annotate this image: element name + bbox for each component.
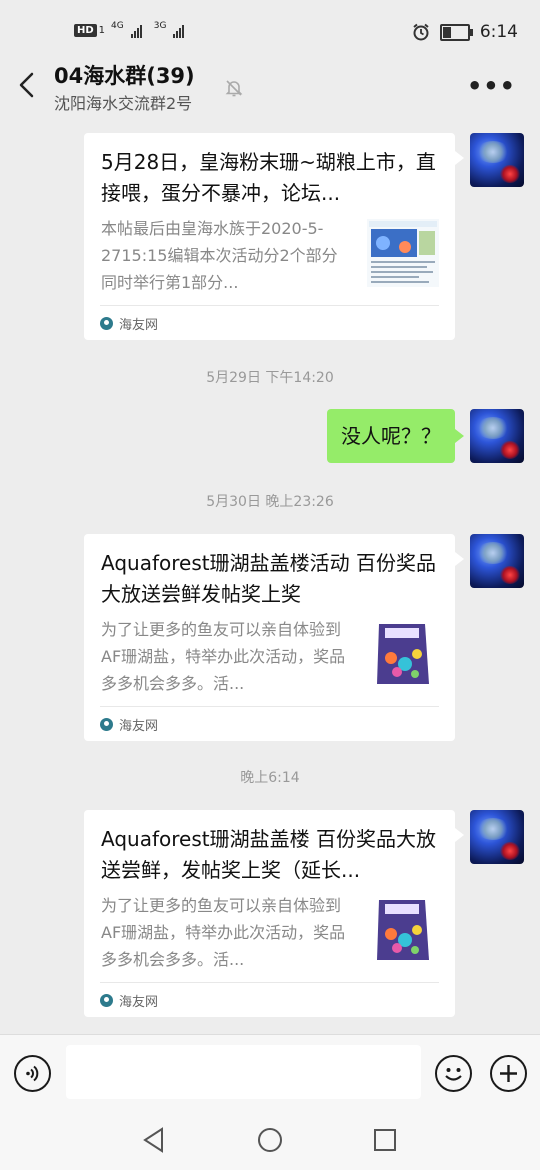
input-bar xyxy=(0,1034,540,1113)
plus-icon xyxy=(500,1065,517,1082)
source-name: 海友网 xyxy=(119,317,159,333)
timestamp: 晚上6:14 xyxy=(240,770,300,786)
network-label-2: 3G xyxy=(153,21,167,31)
chat-header: 04海水群(39) 沈阳海水交流群2号 ••• xyxy=(0,56,540,118)
avatar[interactable] xyxy=(470,409,524,463)
back-icon[interactable] xyxy=(16,70,38,100)
source-logo-icon xyxy=(100,993,113,1007)
sim-label: 1 xyxy=(98,24,106,36)
voice-input-button[interactable] xyxy=(14,1055,51,1092)
source-name: 海友网 xyxy=(119,994,159,1010)
hd-badge: HD xyxy=(74,23,97,37)
card-title: 5月28日，皇海粉末珊~瑚粮上市，直接喂，蛋分不暴冲，论坛... xyxy=(101,150,436,205)
card-description: 为了让更多的鱼友可以亲自体验到AF珊湖盐，特举办此次活动，奖品多多机会多多。活.… xyxy=(101,620,346,693)
nav-recents-icon[interactable] xyxy=(373,1128,397,1152)
chat-area[interactable]: 5月28日，皇海粉末珊~瑚粮上市，直接喂，蛋分不暴冲，论坛... 本帖最后由皇海… xyxy=(0,118,540,1034)
source-name: 海友网 xyxy=(119,718,159,734)
alarm-icon xyxy=(413,23,429,41)
emoji-button[interactable] xyxy=(435,1055,472,1092)
link-card[interactable]: 5月28日，皇海粉末珊~瑚粮上市，直接喂，蛋分不暴冲，论坛... 本帖最后由皇海… xyxy=(84,133,464,340)
avatar[interactable] xyxy=(470,810,524,864)
nav-home-icon[interactable] xyxy=(257,1127,283,1153)
emoji-icon xyxy=(445,1068,462,1081)
nav-back-icon[interactable] xyxy=(142,1127,166,1153)
battery-icon xyxy=(439,23,473,41)
signal-icon xyxy=(130,22,142,38)
link-card[interactable]: Aquaforest珊湖盐盖楼 百份奖品大放送尝鲜，发帖奖上奖（延长... 为了… xyxy=(84,810,464,1017)
source-logo-icon xyxy=(100,717,113,731)
network-label-1: 4G xyxy=(111,21,124,31)
product-bag-image xyxy=(367,620,439,688)
product-bag-image xyxy=(367,896,439,964)
status-time: 6:14 xyxy=(479,22,518,42)
status-bar: HD 1 4G 3G 6:14 xyxy=(0,0,540,64)
card-source: 海友网 xyxy=(100,982,439,1017)
chat-subtitle: 沈阳海水交流群2号 xyxy=(54,94,193,113)
card-description: 本帖最后由皇海水族于2020-5-2715:15编辑本次活动分2个部分同时举行第… xyxy=(101,219,338,292)
status-right: 6:14 xyxy=(412,22,518,42)
voice-icon xyxy=(26,1065,39,1082)
card-title: Aquaforest珊湖盐盖楼活动 百份奖品大放送尝鲜发帖奖上奖 xyxy=(101,551,436,606)
avatar[interactable] xyxy=(470,534,524,588)
message-input[interactable] xyxy=(66,1045,421,1099)
link-card[interactable]: Aquaforest珊湖盐盖楼活动 百份奖品大放送尝鲜发帖奖上奖 为了让更多的鱼… xyxy=(84,534,464,741)
more-options-icon[interactable]: ••• xyxy=(467,72,516,100)
avatar[interactable] xyxy=(470,133,524,187)
signal-icon-2 xyxy=(173,22,185,38)
chat-title: 04海水群(39) xyxy=(54,64,195,88)
more-functions-button[interactable] xyxy=(490,1055,527,1092)
mute-bell-icon xyxy=(225,80,243,97)
timestamp: 5月29日 下午14:20 xyxy=(206,370,334,386)
card-thumbnail-image xyxy=(367,219,439,287)
system-navigation-bar xyxy=(0,1112,540,1170)
source-logo-icon xyxy=(100,316,113,330)
card-description: 为了让更多的鱼友可以亲自体验到AF珊湖盐，特举办此次活动，奖品多多机会多多。活.… xyxy=(101,896,346,969)
timestamp: 5月30日 晚上23:26 xyxy=(206,494,334,510)
card-source: 海友网 xyxy=(100,706,439,741)
card-source: 海友网 xyxy=(100,305,439,340)
status-left: HD 1 4G 3G xyxy=(74,21,185,38)
own-message-bubble[interactable]: 没人呢？？ xyxy=(327,409,464,463)
card-title: Aquaforest珊湖盐盖楼 百份奖品大放送尝鲜，发帖奖上奖（延长... xyxy=(101,827,436,882)
